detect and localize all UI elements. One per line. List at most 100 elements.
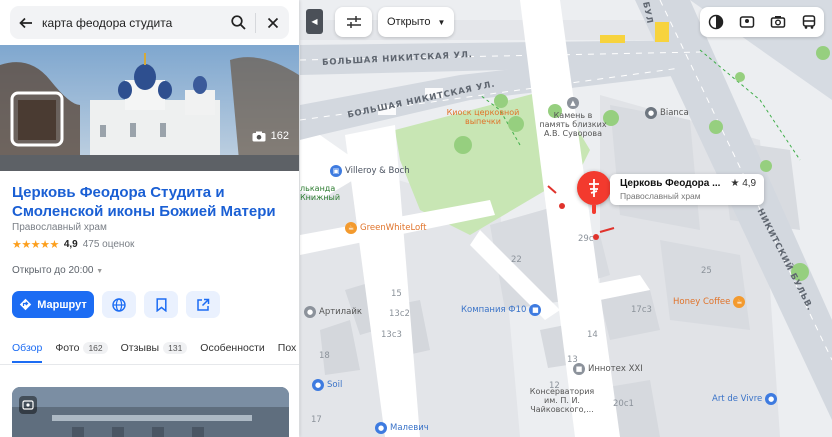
poi-honey-coffee[interactable]: Honey Coffee ☕ [673, 296, 746, 308]
office-icon: ■ [573, 363, 585, 375]
camera-icon [770, 16, 785, 28]
bookmark-button[interactable] [144, 291, 178, 318]
layer-toggle-button[interactable] [700, 7, 731, 37]
search-icon [231, 15, 246, 30]
poi-malevich[interactable]: ● Малевич [375, 422, 429, 434]
place-tabs: Обзор Фото 162 Отзывы 131 Особенности По… [12, 342, 296, 363]
search-button[interactable] [222, 6, 255, 39]
poi-soil-label: Soil [327, 380, 343, 390]
poi-stone[interactable]: ▲ Камень в память близких А.В. Суворова [538, 97, 608, 138]
panorama-icon [739, 16, 754, 28]
route-button[interactable]: Маршрут [12, 291, 94, 318]
church-pin[interactable] [577, 171, 611, 205]
poi-stone-label: Камень в память близких А.В. Суворова [539, 111, 607, 138]
panorama-button[interactable] [731, 7, 762, 37]
tab-similar[interactable]: Пох [278, 342, 297, 363]
poi-villeroy-label: Villeroy & Boch [345, 166, 410, 176]
cafe-icon: ☕ [345, 222, 357, 234]
tab-photos[interactable]: Фото 162 [55, 342, 108, 363]
arrow-left-icon [19, 17, 32, 28]
map-place-card[interactable]: Церковь Феодора ... ★ 4,9 Православный х… [610, 174, 765, 205]
shop-icon: ● [304, 306, 316, 318]
tab-label: Обзор [12, 342, 43, 354]
shop-icon: ▣ [330, 165, 342, 177]
photo-count[interactable]: 162 [252, 130, 289, 142]
opening-hours[interactable]: Открыто до 20:00 ▼ [12, 265, 103, 276]
clear-search-button[interactable] [256, 6, 289, 39]
poi-bookshop-label: льканда Книжный [300, 184, 341, 202]
filters-button[interactable] [335, 7, 372, 37]
panorama-icon [22, 400, 34, 410]
tab-features[interactable]: Особенности [200, 342, 264, 363]
poi-artilayk[interactable]: ● Артилайк [304, 306, 362, 318]
poi-kiosk[interactable]: Киоск церковной выпечки [440, 108, 526, 126]
poi-soil[interactable]: ● Soil [312, 379, 342, 391]
website-button[interactable] [102, 291, 136, 318]
open-now-label: Открыто [387, 16, 431, 28]
related-photo-card[interactable] [12, 387, 289, 437]
poi-innotex[interactable]: ■ Иннотех XXI [573, 363, 643, 375]
cafe-icon: ☕ [733, 296, 746, 308]
building-number: 29с [578, 234, 594, 244]
place-category: Православный храм [12, 222, 107, 233]
collapse-panel-button[interactable]: ◀ [306, 9, 323, 34]
poi-kiosk-label: Киоск церковной выпечки [446, 108, 520, 126]
tab-overview[interactable]: Обзор [12, 342, 43, 363]
sliders-icon [346, 16, 361, 28]
camera-icon [252, 131, 266, 141]
share-button[interactable] [186, 291, 220, 318]
chevron-down-icon: ▼ [96, 268, 104, 275]
open-now-filter[interactable]: Открыто ▼ [378, 7, 455, 37]
rating-row[interactable]: ★★★★★ 4,9 475 оценок [12, 238, 134, 251]
poi-conservatory-label: Консерватория им. П. И. Чайковского,... [529, 387, 595, 414]
place-photo[interactable]: 162 [0, 45, 299, 171]
tab-label: Особенности [200, 342, 265, 354]
poi-malevich-label: Малевич [390, 423, 429, 433]
building-number: 17с3 [631, 305, 652, 315]
building-number: 17 [311, 415, 322, 425]
poi-bianca[interactable]: ● Bianca [645, 107, 689, 119]
building-number: 20с1 [613, 399, 634, 409]
share-icon [197, 298, 210, 311]
poi-villeroy[interactable]: ▣ Villeroy & Boch [330, 165, 410, 177]
panorama-badge [19, 396, 37, 414]
restaurant-icon: ● [645, 107, 657, 119]
tab-label: Фото [55, 342, 80, 354]
route-icon [20, 298, 32, 311]
rating-stars: ★★★★★ [12, 239, 59, 251]
poi-conservatory[interactable]: Консерватория им. П. И. Чайковского,... [522, 387, 602, 414]
office-icon: ■ [529, 304, 542, 316]
opening-hours-label: Открыто до 20:00 [12, 265, 94, 276]
rating-value: 4,9 [63, 239, 78, 250]
poi-greenwhiteloft[interactable]: ☕ GreenWhiteLoft [345, 222, 426, 234]
search-input[interactable]: карта феодора студита [42, 16, 222, 30]
tab-reviews[interactable]: Отзывы 131 [121, 342, 188, 363]
church-photo-image [0, 45, 299, 171]
shop-icon: ● [765, 393, 778, 405]
search-bar[interactable]: карта феодора студита [10, 6, 289, 39]
building-number: 18 [319, 351, 330, 361]
poi-company-f10[interactable]: Компания Ф10 ■ [461, 304, 542, 316]
poi-art-de-vivre[interactable]: Art de Vivre ● [712, 393, 778, 405]
church-cross-icon [589, 179, 599, 197]
map-place-name: Церковь Феодора ... [620, 178, 721, 189]
tab-label: Отзывы [120, 342, 160, 354]
building-number: 15 [391, 289, 402, 299]
transit-layer-button[interactable] [793, 7, 824, 37]
photo-layer-button[interactable] [762, 7, 793, 37]
poi-company-f10-label: Компания Ф10 [461, 305, 527, 315]
back-button[interactable] [10, 6, 42, 39]
close-icon [267, 17, 278, 28]
map-place-rating: ★ 4,9 [730, 178, 757, 189]
map-layers-toolbar [700, 7, 824, 37]
poi-bianca-label: Bianca [660, 108, 689, 118]
bus-icon [802, 15, 815, 29]
action-buttons: Маршрут [12, 291, 220, 318]
poi-bookshop[interactable]: льканда Книжный [300, 184, 340, 202]
church-pin-tip [592, 205, 596, 214]
poi-innotex-label: Иннотех XXI [588, 364, 643, 374]
map-layers-icon [708, 14, 723, 30]
tab-count: 131 [163, 342, 188, 354]
route-button-label: Маршрут [37, 298, 87, 311]
monument-icon: ▲ [567, 97, 579, 109]
